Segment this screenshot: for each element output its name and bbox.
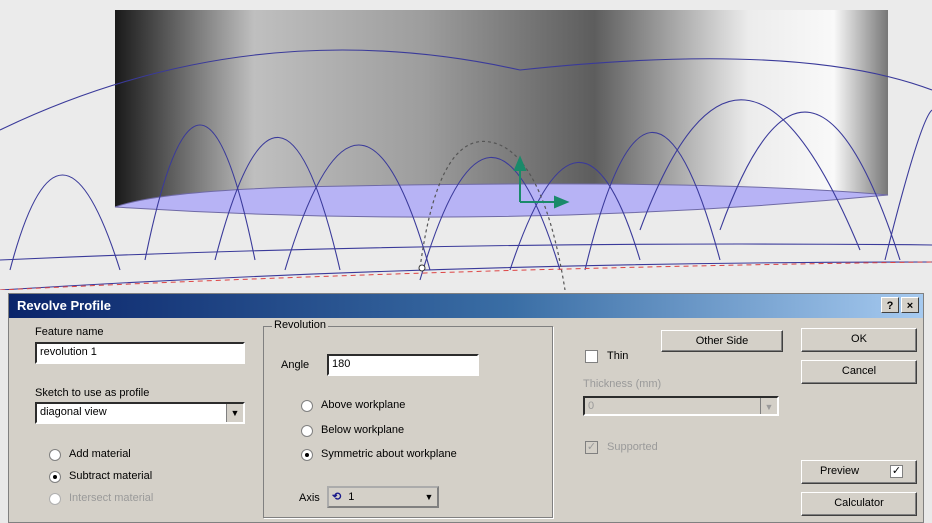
preview-label: Preview [820,465,860,477]
other-side-button[interactable]: Other Side [661,330,783,352]
thin-label: Thin [607,350,629,362]
above-workplane-radio[interactable] [301,400,313,412]
axis-label: Axis [299,492,320,504]
add-material-label: Add material [69,448,131,460]
thickness-value: 0 [588,400,595,412]
cancel-button[interactable]: Cancel [801,360,917,384]
supported-label: Supported [607,441,658,453]
thickness-dropdown[interactable]: 0 ▼ [583,396,779,416]
chevron-down-icon[interactable]: ▼ [421,488,437,506]
below-workplane-radio[interactable] [301,425,313,437]
sketch-label: Sketch to use as profile [35,387,150,399]
ok-button[interactable]: OK [801,328,917,352]
symmetric-workplane-radio[interactable] [301,449,313,461]
add-material-radio[interactable] [49,449,61,461]
axis-dropdown[interactable]: ⟲ 1 ▼ [327,486,439,508]
profile-point [418,264,426,272]
chevron-down-icon[interactable]: ▼ [226,404,243,422]
thin-checkbox[interactable] [585,350,598,363]
above-workplane-label: Above workplane [321,399,406,411]
model-canvas [0,0,932,291]
axis-icon: ⟲ [332,491,342,503]
sketch-dropdown[interactable]: diagonal view ▼ [35,402,245,424]
below-workplane-label: Below workplane [321,424,405,436]
angle-label: Angle [281,359,310,371]
calculator-button[interactable]: Calculator [801,492,917,516]
supported-checkbox[interactable]: ✓ [585,441,598,454]
revolve-profile-dialog: Revolve Profile ? × Feature name revolut… [8,293,924,523]
dialog-title: Revolve Profile [17,298,111,313]
thickness-label: Thickness (mm) [583,378,662,390]
feature-name-input[interactable]: revolution 1 [35,342,245,364]
axis-dropdown-value: 1 [348,491,355,503]
dialog-titlebar[interactable]: Revolve Profile ? × [9,294,923,318]
subtract-material-radio[interactable] [49,471,61,483]
angle-input[interactable]: 180 [327,354,479,376]
preview-checkbox[interactable]: ✓ [890,465,903,478]
sketch-dropdown-value: diagonal view [40,406,107,418]
feature-name-label: Feature name [35,326,104,338]
intersect-material-label: Intersect material [69,492,154,504]
subtract-material-label: Subtract material [69,470,153,482]
intersect-material-radio[interactable] [49,493,61,505]
chevron-down-icon[interactable]: ▼ [760,398,777,414]
revolution-group-title: Revolution [272,319,328,331]
3d-viewport[interactable] [0,0,932,291]
symmetric-workplane-label: Symmetric about workplane [321,448,457,460]
close-button[interactable]: × [901,297,919,313]
preview-button[interactable]: Preview ✓ [801,460,917,484]
help-button[interactable]: ? [881,297,899,313]
